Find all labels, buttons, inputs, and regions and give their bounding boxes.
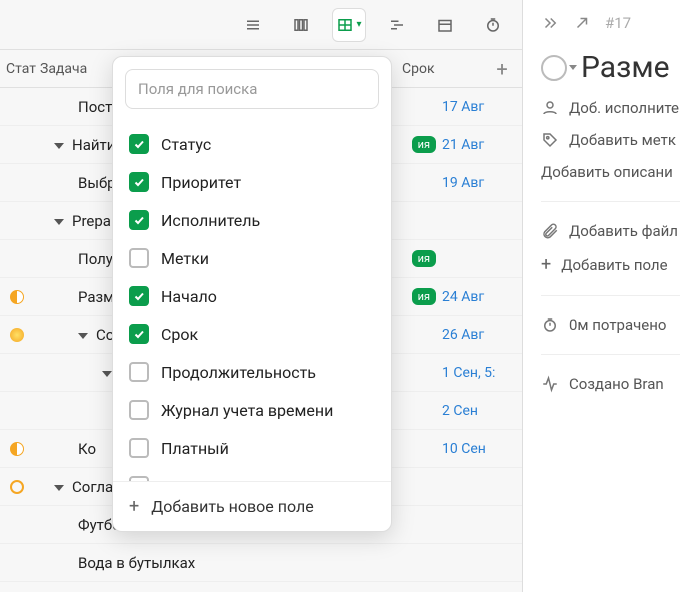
paperclip-icon [541,222,559,240]
list-view-icon[interactable] [236,8,270,42]
expand-icon[interactable] [573,14,591,32]
add-field-button[interactable]: +Добавить поле [541,254,680,275]
field-option-label: Продолжительность [161,363,316,382]
stopwatch-icon [541,316,559,334]
due-date[interactable]: 2 Сен [442,403,522,419]
collapse-panel-icon[interactable] [541,14,559,32]
separator [541,201,680,202]
attach-files-button[interactable]: Добавить файл [541,222,680,240]
field-option-label: Журнал учета времени [161,401,333,420]
field-option-label: Метки [161,249,209,268]
field-option[interactable]: Метки [113,239,391,277]
assignee-button[interactable]: Доб. исполните [541,99,680,117]
field-option[interactable]: Исполнитель [113,201,391,239]
field-option-label: Статус [161,135,211,154]
gantt-view-icon[interactable] [380,8,414,42]
timer-view-icon[interactable] [476,8,510,42]
table-row[interactable]: Вода в бутылках [0,544,522,582]
checkbox-icon [129,172,149,192]
due-date[interactable]: 24 Авг [442,289,522,305]
calendar-view-icon[interactable] [428,8,462,42]
field-option[interactable]: Статус [113,125,391,163]
field-option-label: Приоритет [161,173,241,192]
field-option[interactable]: Оценка [113,467,391,481]
add-new-field-button[interactable]: + Добавить новое поле [113,481,391,531]
field-option-label: Срок [161,325,198,344]
due-date[interactable]: 19 Авг [442,175,522,191]
checkbox-icon [129,210,149,230]
field-search-input[interactable]: Поля для поиска [125,69,379,109]
status-circle-button[interactable] [541,55,567,81]
activity-icon [541,375,559,393]
separator [541,354,680,355]
description-field[interactable]: Добавить описани [541,163,680,181]
tag-icon [541,131,559,149]
separator [541,295,680,296]
fields-popover: Поля для поиска Статус Приоритет Исполните… [112,56,392,532]
status-indicator [0,290,34,304]
tags-button[interactable]: Добавить метк [541,131,680,149]
checkbox-icon [129,134,149,154]
due-date[interactable]: 1 Сен, 5: [442,365,522,381]
status-indicator [0,480,34,494]
table-row[interactable]: Вода в бутылках [0,582,522,592]
add-column-button[interactable]: + [482,57,522,81]
field-option-label: Исполнитель [161,211,260,230]
field-option[interactable]: Срок [113,315,391,353]
due-date[interactable]: 10 Сен [442,441,522,457]
checkbox-icon [129,438,149,458]
checkbox-icon [129,286,149,306]
field-option[interactable]: Продолжительность [113,353,391,391]
field-options-list: Статус Приоритет Исполнитель Метки Начало Сро… [113,121,391,481]
checkbox-icon [129,400,149,420]
field-option-label: Платный [161,439,229,458]
status-indicator [0,328,34,342]
checkbox-icon [129,362,149,382]
field-option[interactable]: Начало [113,277,391,315]
field-option[interactable]: Платный [113,429,391,467]
plus-icon: + [541,254,551,275]
field-option[interactable]: Журнал учета времени [113,391,391,429]
col-due[interactable]: Срок [402,61,482,77]
breadcrumb[interactable]: #17 [605,14,631,32]
view-toolbar: ▾ [0,0,522,50]
status-indicator [0,442,34,456]
field-option-label: Начало [161,287,217,306]
table-view-icon[interactable]: ▾ [332,8,366,42]
board-view-icon[interactable] [284,8,318,42]
task-name[interactable]: Вода в бутылках [34,554,436,572]
created-by: Создано Bran [541,375,680,393]
field-option[interactable]: Приоритет [113,163,391,201]
plus-icon: + [129,496,139,517]
due-date[interactable]: 17 Авг [442,99,522,115]
due-date[interactable]: 26 Авг [442,327,522,343]
checkbox-icon [129,324,149,344]
task-title[interactable]: Разме [581,50,669,85]
col-status[interactable]: Стат [0,61,34,77]
time-spent[interactable]: 0м потрачено [541,316,680,334]
person-icon [541,99,559,117]
checkbox-icon [129,248,149,268]
due-date[interactable]: 21 Авг [442,137,522,153]
detail-panel: #17 Разме Доб. исполните Добавить метк Д… [523,0,680,592]
